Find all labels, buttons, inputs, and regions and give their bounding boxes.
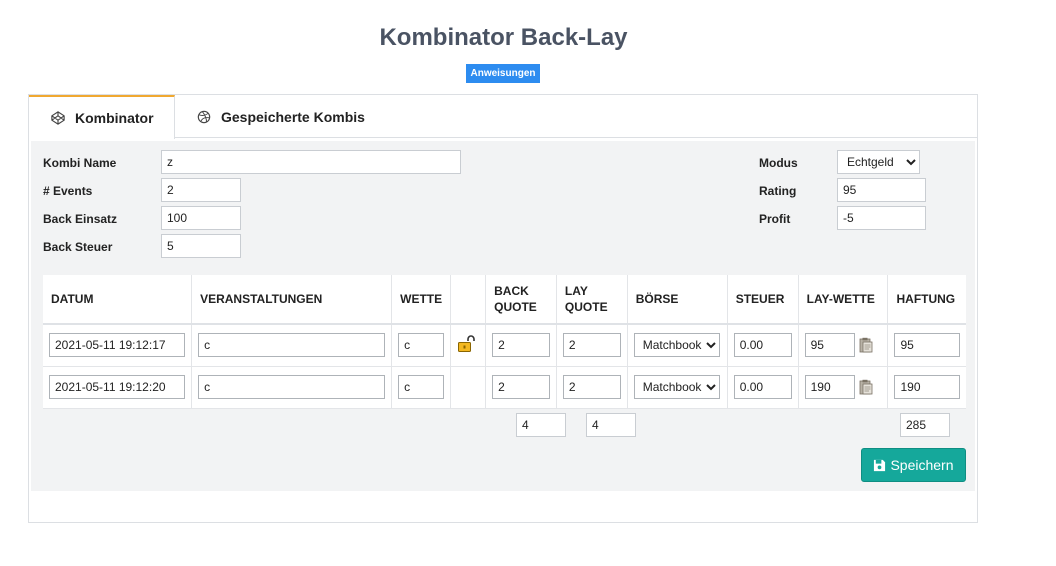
- back-steuer-label: Back Steuer: [43, 240, 113, 254]
- header-back-quote-line2: QUOTE: [494, 300, 537, 314]
- cell-haftung: [887, 366, 966, 409]
- header-back-quote: BACK QUOTE: [485, 275, 557, 325]
- rating-input[interactable]: [837, 178, 926, 202]
- floppy-disk-icon: [873, 459, 886, 472]
- kombi-name-label: Kombi Name: [43, 156, 117, 170]
- steuer-input[interactable]: [733, 375, 792, 399]
- header-lay-wette: LAY-WETTE: [798, 275, 889, 325]
- unlock-icon[interactable]: [457, 335, 477, 353]
- profit-label: Profit: [759, 212, 791, 226]
- wette-input[interactable]: [398, 333, 445, 358]
- total-haftung-input[interactable]: [900, 413, 950, 437]
- back-steuer-input[interactable]: [161, 234, 241, 258]
- table-row: Matchbook: [43, 366, 966, 409]
- dribbble-icon: [197, 110, 211, 124]
- lay-wette-input[interactable]: [804, 333, 855, 358]
- kombinator-panel: Kombi Name # Events Back Einsatz Back St…: [31, 141, 975, 491]
- cell-boerse: Matchbook: [627, 366, 728, 409]
- tab-bar: Kombinator Gespeicherte Kombis: [29, 95, 977, 139]
- total-lay-quote-input[interactable]: [586, 413, 636, 437]
- header-lay-quote-line2: QUOTE: [564, 300, 608, 314]
- tab-gespeicherte-kombis[interactable]: Gespeicherte Kombis: [197, 95, 365, 138]
- cell-lock: [450, 366, 487, 409]
- tab-kombinator[interactable]: Kombinator: [29, 95, 175, 139]
- header-lock: [450, 275, 487, 325]
- header-steuer: STEUER: [727, 275, 799, 325]
- cell-lay-wette: [798, 324, 889, 367]
- header-back-quote-line1: BACK: [494, 284, 529, 298]
- cell-veranstaltung: [191, 324, 393, 367]
- rating-label: Rating: [759, 184, 797, 198]
- events-table: DATUM VERANSTALTUNGEN WETTE BACK QUOTE LA…: [43, 275, 966, 409]
- cell-back-quote: [485, 366, 557, 409]
- header-wette: WETTE: [391, 275, 452, 325]
- header-lay-quote-line1: LAY: [564, 284, 588, 298]
- lay-wette-wrap: [804, 333, 882, 358]
- header-veranstaltungen: VERANSTALTUNGEN: [191, 275, 393, 325]
- cell-back-quote: [485, 324, 557, 367]
- instructions-button[interactable]: Anweisungen: [466, 64, 540, 83]
- cell-wette: [391, 366, 452, 409]
- main-card: Kombinator Gespeicherte Kombis Kombi Nam…: [28, 94, 978, 523]
- haftung-input[interactable]: [894, 333, 960, 358]
- cell-steuer: [727, 366, 799, 409]
- tab-kombinator-label: Kombinator: [75, 110, 154, 126]
- cell-datum: [43, 366, 193, 409]
- cell-lay-wette: [798, 366, 889, 409]
- codepen-icon: [51, 111, 65, 125]
- page-title: Kombinator Back-Lay: [379, 24, 628, 51]
- cell-steuer: [727, 324, 799, 367]
- lay-wette-wrap: [804, 375, 882, 399]
- back-einsatz-input[interactable]: [161, 206, 241, 230]
- cell-wette: [391, 324, 452, 367]
- cell-veranstaltung: [191, 366, 393, 409]
- haftung-input[interactable]: [894, 375, 960, 399]
- events-label: # Events: [43, 184, 93, 198]
- table-header-row: DATUM VERANSTALTUNGEN WETTE BACK QUOTE LA…: [43, 275, 966, 325]
- back-quote-input[interactable]: [492, 375, 550, 399]
- boerse-select[interactable]: Matchbook: [633, 333, 720, 358]
- wette-input[interactable]: [398, 375, 445, 399]
- save-button[interactable]: Speichern: [861, 448, 966, 482]
- cell-lay-quote: [556, 324, 628, 367]
- cell-haftung: [887, 324, 966, 367]
- boerse-select[interactable]: Matchbook: [633, 375, 720, 399]
- lay-quote-input[interactable]: [562, 375, 621, 399]
- cell-lock: [450, 324, 487, 367]
- save-button-label: Speichern: [890, 457, 954, 473]
- modus-label: Modus: [759, 156, 798, 170]
- datum-input[interactable]: [49, 375, 186, 399]
- header-datum: DATUM: [43, 275, 193, 325]
- clipboard-icon[interactable]: [859, 379, 873, 395]
- veranstaltung-input[interactable]: [198, 375, 386, 399]
- events-input[interactable]: [161, 178, 241, 202]
- lay-quote-input[interactable]: [562, 333, 621, 358]
- total-back-quote-input[interactable]: [516, 413, 566, 437]
- header-boerse: BÖRSE: [627, 275, 728, 325]
- kombi-name-input[interactable]: [161, 150, 461, 174]
- header-haftung: HAFTUNG: [887, 275, 966, 325]
- modus-select[interactable]: Echtgeld: [837, 150, 920, 174]
- cell-boerse: Matchbook: [627, 324, 728, 367]
- back-einsatz-label: Back Einsatz: [43, 212, 118, 226]
- lay-wette-input[interactable]: [804, 375, 855, 399]
- steuer-input[interactable]: [733, 333, 792, 358]
- clipboard-icon[interactable]: [859, 337, 873, 353]
- table-row: Matchbook: [43, 324, 966, 367]
- veranstaltung-input[interactable]: [198, 333, 386, 358]
- profit-input[interactable]: [837, 206, 926, 230]
- back-quote-input[interactable]: [492, 333, 550, 358]
- header-lay-quote: LAY QUOTE: [556, 275, 628, 325]
- cell-datum: [43, 324, 193, 367]
- datum-input[interactable]: [49, 333, 186, 358]
- tab-gespeicherte-kombis-label: Gespeicherte Kombis: [221, 108, 365, 125]
- cell-lay-quote: [556, 366, 628, 409]
